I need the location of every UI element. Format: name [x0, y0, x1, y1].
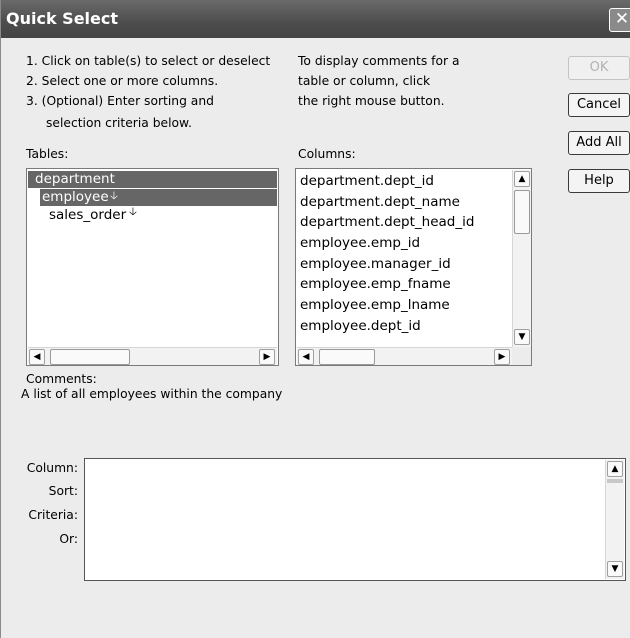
scroll-thumb[interactable] [607, 479, 623, 483]
drag-arrow-icon: 🡣 [129, 205, 137, 218]
title-bar: Quick Select ✕ [1, 0, 630, 38]
scrollbar-corner [512, 347, 531, 365]
comments-hint-line-2: table or column, click [298, 74, 431, 88]
chevron-right-icon[interactable]: ▶ [494, 349, 510, 365]
quick-select-dialog: Quick Select ✕ 1. Click on table(s) to s… [0, 0, 630, 638]
chevron-up-icon[interactable]: ▲ [514, 171, 530, 187]
criteria-row-label-criteria: Criteria: [28, 508, 78, 522]
scroll-thumb[interactable] [319, 349, 375, 365]
tables-horizontal-scrollbar[interactable]: ◀ ▶ [28, 347, 277, 365]
column-item[interactable]: department.dept_name [300, 192, 460, 212]
cancel-button[interactable]: Cancel [568, 93, 630, 117]
columns-listbox[interactable]: department.dept_id department.dept_name … [295, 168, 532, 366]
column-item[interactable]: department.dept_head_id [300, 212, 474, 232]
ok-button[interactable]: OK [568, 56, 630, 80]
criteria-row-label-sort: Sort: [48, 484, 78, 498]
table-item-employee[interactable]: employee [42, 187, 109, 207]
instruction-step-3: 3. (Optional) Enter sorting and [26, 94, 214, 108]
columns-vertical-scrollbar[interactable]: ▲ ▼ [512, 170, 531, 347]
criteria-vertical-scrollbar[interactable]: ▲ ▼ [605, 460, 624, 579]
close-icon[interactable]: ✕ [609, 8, 630, 32]
instruction-step-2: 2. Select one or more columns. [26, 74, 219, 88]
table-item-sales-order[interactable]: sales_order [49, 205, 126, 225]
chevron-left-icon[interactable]: ◀ [29, 349, 45, 365]
scroll-thumb[interactable] [50, 349, 130, 365]
scroll-thumb[interactable] [514, 190, 530, 234]
tables-listbox[interactable]: department employee 🡣 sales_order 🡣 ◀ ▶ [26, 168, 279, 366]
column-item[interactable]: employee.emp_fname [300, 274, 451, 294]
chevron-down-icon[interactable]: ▼ [514, 329, 530, 345]
window-title: Quick Select [6, 9, 119, 28]
table-item-department[interactable]: department [35, 169, 115, 189]
column-item[interactable]: employee.manager_id [300, 254, 451, 274]
column-item[interactable]: employee.emp_lname [300, 295, 450, 315]
comments-hint-line-1: To display comments for a [298, 54, 460, 68]
comments-hint-line-3: the right mouse button. [298, 94, 445, 108]
chevron-left-icon[interactable]: ◀ [298, 349, 314, 365]
criteria-row-label-column: Column: [26, 461, 78, 475]
column-item[interactable]: department.dept_id [300, 171, 434, 191]
criteria-row-label-or: Or: [59, 532, 78, 546]
add-all-button[interactable]: Add All [568, 131, 630, 155]
column-item[interactable]: employee.emp_id [300, 233, 420, 253]
tables-label: Tables: [26, 147, 69, 161]
chevron-up-icon[interactable]: ▲ [607, 461, 623, 477]
chevron-right-icon[interactable]: ▶ [259, 349, 275, 365]
chevron-down-icon[interactable]: ▼ [607, 561, 623, 577]
instruction-step-1: 1. Click on table(s) to select or desele… [26, 54, 271, 68]
column-item[interactable]: employee.dept_id [300, 316, 421, 336]
comments-text: A list of all employees within the compa… [21, 387, 283, 401]
instruction-step-3-continued: selection criteria below. [46, 116, 192, 130]
help-button[interactable]: Help [568, 169, 630, 193]
columns-label: Columns: [298, 147, 356, 161]
criteria-grid[interactable]: ▲ ▼ [84, 458, 626, 581]
columns-horizontal-scrollbar[interactable]: ◀ ▶ [297, 347, 512, 365]
drag-arrow-icon: 🡣 [110, 189, 118, 202]
